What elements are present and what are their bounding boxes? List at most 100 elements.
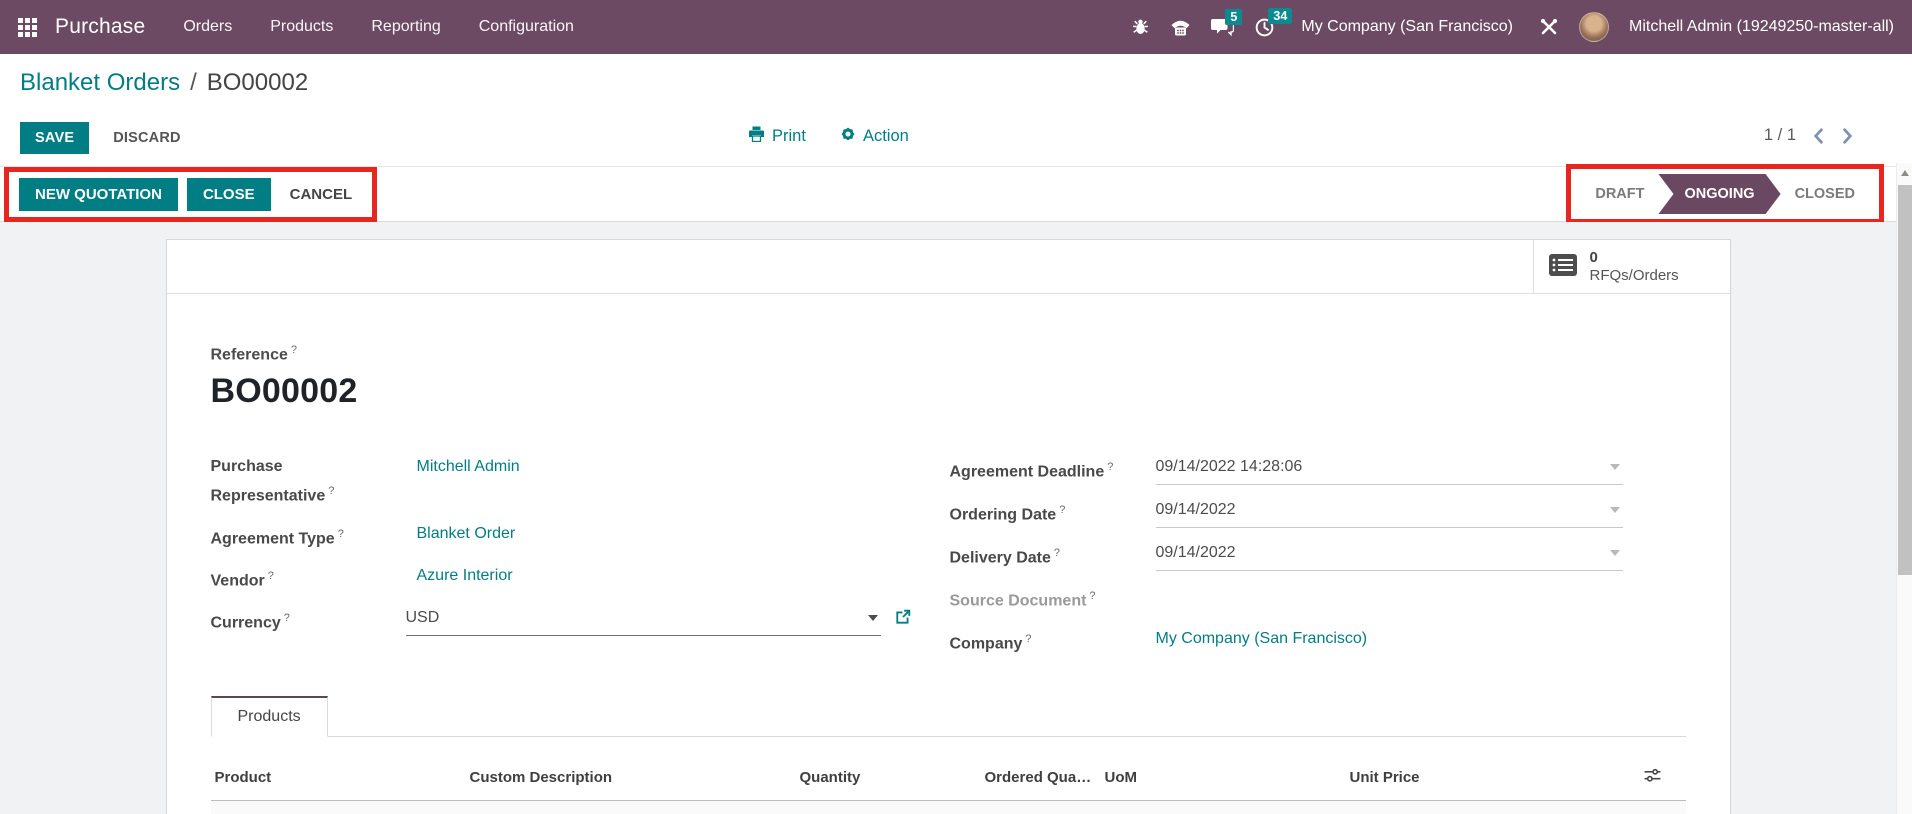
rfqs-orders-stat-button[interactable]: 0 RFQs/Orders xyxy=(1533,240,1730,293)
company-label: Company? xyxy=(950,627,1120,656)
company-switcher[interactable]: My Company (San Francisco) xyxy=(1301,18,1513,36)
field-delivery-date: Delivery Date? 09/14/2022 xyxy=(950,541,1686,571)
cell-custom-description[interactable] xyxy=(466,800,796,814)
support-tools-icon[interactable] xyxy=(1539,17,1559,37)
field-source-document: Source Document? xyxy=(950,584,1686,613)
field-agreement-type: Agreement Type? Blanket Order xyxy=(211,522,911,551)
user-menu[interactable]: Mitchell Admin (19249250-master-all) xyxy=(1629,18,1894,36)
dropdown-caret-icon[interactable] xyxy=(1610,507,1620,513)
external-link-icon[interactable] xyxy=(895,609,911,625)
status-draft[interactable]: DRAFT xyxy=(1581,174,1658,214)
field-ordering-date: Ordering Date? 09/14/2022 xyxy=(950,498,1686,528)
col-quantity[interactable]: Quantity xyxy=(796,737,981,801)
field-purchase-representative: Purchase Representative? Mitchell Admin xyxy=(211,455,911,508)
pager-next-icon[interactable] xyxy=(1840,128,1856,144)
rfqs-count: 0 xyxy=(1590,249,1679,267)
discard-button[interactable]: DISCARD xyxy=(113,130,180,146)
sheet-body: Reference? BO00002 Purchase Representati… xyxy=(167,294,1730,814)
pager-counter: 1 / 1 xyxy=(1764,126,1796,145)
col-ordered-quantity[interactable]: Ordered Qua… xyxy=(981,737,1101,801)
scrollbar-thumb[interactable] xyxy=(1898,185,1912,575)
tab-products[interactable]: Products xyxy=(211,696,328,737)
col-custom-description[interactable]: Custom Description xyxy=(466,737,796,801)
dropdown-caret-icon[interactable] xyxy=(1610,550,1620,556)
col-unit-price[interactable]: Unit Price xyxy=(1346,737,1640,801)
activities-badge: 34 xyxy=(1268,8,1292,24)
rfqs-label: RFQs/Orders xyxy=(1590,267,1679,285)
menu-products[interactable]: Products xyxy=(270,18,333,36)
cancel-button[interactable]: CANCEL xyxy=(280,178,363,211)
scrollbar-up-arrow-icon[interactable] xyxy=(1901,170,1909,176)
help-mark: ? xyxy=(291,344,297,356)
new-quotation-button[interactable]: NEW QUOTATION xyxy=(19,178,178,211)
action-buttons-annotation-box: NEW QUOTATION CLOSE CANCEL xyxy=(4,167,377,222)
status-closed[interactable]: CLOSED xyxy=(1781,174,1869,214)
menu-configuration[interactable]: Configuration xyxy=(479,18,574,36)
menu-orders[interactable]: Orders xyxy=(183,18,232,36)
dropdown-caret-icon[interactable] xyxy=(868,615,878,621)
col-product[interactable]: Product xyxy=(211,737,466,801)
currency-label: Currency? xyxy=(211,606,370,636)
menu-reporting[interactable]: Reporting xyxy=(371,18,440,36)
save-button[interactable]: SAVE xyxy=(20,122,89,154)
currency-input[interactable]: USD xyxy=(406,606,881,636)
vertical-scrollbar[interactable] xyxy=(1896,163,1912,814)
field-column-left: Purchase Representative? Mitchell Admin … xyxy=(211,455,911,669)
status-ongoing[interactable]: ONGOING xyxy=(1658,174,1780,214)
notebook-tabs: Products xyxy=(211,695,1686,737)
print-label: Print xyxy=(772,127,806,146)
source-document-label: Source Document? xyxy=(950,584,1120,613)
printer-icon xyxy=(748,126,765,147)
cell-product[interactable]: Bacon Burger xyxy=(211,800,466,814)
breadcrumb-separator: / xyxy=(190,69,197,97)
delete-row-button[interactable] xyxy=(1640,800,1686,814)
agreement-type-value[interactable]: Blanket Order xyxy=(417,522,516,551)
field-agreement-deadline: Agreement Deadline? 09/14/2022 14:28:06 xyxy=(950,455,1686,485)
currency-value: USD xyxy=(406,609,440,626)
purchase-representative-value[interactable]: Mitchell Admin xyxy=(417,455,520,508)
close-button[interactable]: CLOSE xyxy=(187,178,271,211)
cell-quantity[interactable]: 1.00 xyxy=(796,800,981,814)
help-mark: ? xyxy=(1054,547,1060,559)
print-button[interactable]: Print xyxy=(748,126,806,147)
topbar-left: Purchase Orders Products Reporting Confi… xyxy=(18,15,574,39)
products-table-header: Product Custom Description Quantity Orde… xyxy=(211,737,1686,801)
company-value[interactable]: My Company (San Francisco) xyxy=(1156,627,1368,656)
help-mark: ? xyxy=(284,612,290,624)
messages-icon[interactable]: 5 xyxy=(1211,18,1234,37)
table-row[interactable]: Bacon Burger 1.00 0.00 Units 1.00 xyxy=(211,800,1686,814)
dropdown-caret-icon[interactable] xyxy=(1610,464,1620,470)
cell-unit-price[interactable]: 1.00 xyxy=(1346,800,1640,814)
delivery-date-value: 09/14/2022 xyxy=(1156,544,1236,561)
apps-grid-icon[interactable] xyxy=(18,18,37,37)
debug-bug-icon[interactable] xyxy=(1131,18,1150,37)
breadcrumb-parent[interactable]: Blanket Orders xyxy=(20,69,180,97)
control-panel-left: SAVE DISCARD xyxy=(20,122,181,154)
field-grid: Purchase Representative? Mitchell Admin … xyxy=(211,455,1686,669)
activities-clock-icon[interactable]: 34 xyxy=(1254,17,1275,38)
agreement-deadline-input[interactable]: 09/14/2022 14:28:06 xyxy=(1156,455,1623,485)
control-panel-center: Print Action xyxy=(748,126,909,147)
delivery-date-input[interactable]: 09/14/2022 xyxy=(1156,541,1623,571)
ordering-date-input[interactable]: 09/14/2022 xyxy=(1156,498,1623,528)
reference-value[interactable]: BO00002 xyxy=(211,372,1686,411)
col-uom[interactable]: UoM xyxy=(1101,737,1346,801)
odoo-purchase-blanket-order-page: Purchase Orders Products Reporting Confi… xyxy=(0,0,1912,814)
voip-phone-icon[interactable] xyxy=(1170,19,1191,36)
form-sheet: 0 RFQs/Orders Reference? BO00002 xyxy=(166,239,1731,814)
cell-ordered-quantity[interactable]: 0.00 xyxy=(981,800,1101,814)
help-mark: ? xyxy=(328,485,334,497)
action-button[interactable]: Action xyxy=(840,126,909,147)
user-avatar[interactable] xyxy=(1579,12,1609,42)
messages-badge: 5 xyxy=(1225,9,1242,25)
vendor-value[interactable]: Azure Interior xyxy=(417,564,513,593)
help-mark: ? xyxy=(1107,461,1113,473)
cell-uom[interactable]: Units xyxy=(1101,800,1346,814)
pager-previous-icon[interactable] xyxy=(1810,128,1826,144)
stat-button-box: 0 RFQs/Orders xyxy=(167,240,1730,294)
optional-columns-button[interactable] xyxy=(1640,737,1686,801)
pager: 1 / 1 xyxy=(1764,126,1856,145)
ordering-date-label: Ordering Date? xyxy=(950,498,1120,528)
app-name[interactable]: Purchase xyxy=(55,15,145,39)
breadcrumb-current: BO00002 xyxy=(207,69,308,97)
